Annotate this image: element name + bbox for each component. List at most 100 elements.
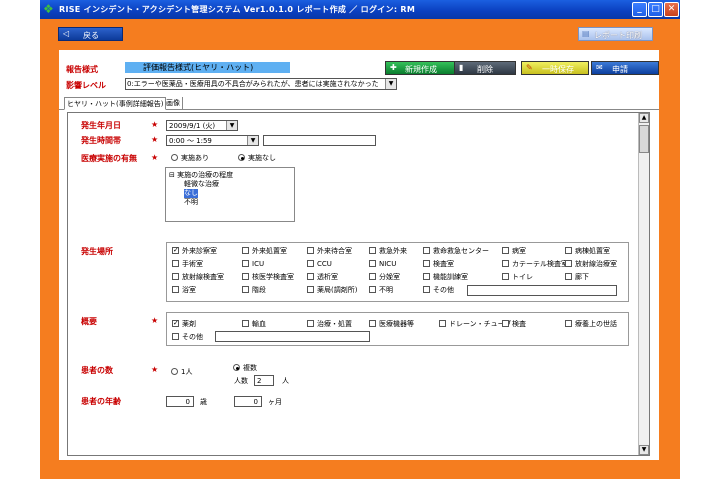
location-checkbox[interactable]: 検査室 bbox=[423, 259, 454, 269]
required-star-icon: ★ bbox=[151, 365, 159, 374]
time-select[interactable]: 0:00 ～ 1:59 ▼ bbox=[166, 135, 259, 146]
vertical-scrollbar[interactable]: ▲ ▼ bbox=[638, 113, 649, 455]
age-months-unit: ヶ月 bbox=[268, 398, 282, 406]
location-checkbox[interactable]: 不明 bbox=[369, 285, 393, 295]
back-button-label: 戻る bbox=[83, 31, 99, 40]
patients-count-label: 人数 bbox=[234, 377, 248, 385]
back-arrow-icon: ◁ bbox=[63, 29, 70, 38]
tree-node[interactable]: 軽微な治療 bbox=[184, 180, 219, 189]
chevron-down-icon[interactable]: ▼ bbox=[247, 136, 258, 145]
location-checkbox[interactable]: 放射線治療室 bbox=[565, 259, 617, 269]
new-button[interactable]: ✚ 新規作成 bbox=[385, 61, 463, 75]
location-checkbox[interactable]: 外来待合室 bbox=[307, 246, 352, 256]
patients-multiple-radio[interactable]: 複数 bbox=[233, 363, 257, 373]
patients-count-input[interactable]: 2 bbox=[254, 375, 274, 386]
close-button[interactable]: ✕ bbox=[664, 2, 679, 17]
apply-button[interactable]: ✉ 申請 bbox=[591, 61, 659, 75]
patients-label: 患者の数 bbox=[81, 366, 113, 375]
summary-checkbox[interactable]: 療養上の世話 bbox=[565, 319, 617, 329]
required-star-icon: ★ bbox=[151, 135, 159, 144]
summary-checkbox[interactable]: 検査 bbox=[502, 319, 526, 329]
treatment-degree-tree[interactable]: ⊟ 実施の治療の程度 軽微な治療 なし 不明 bbox=[165, 167, 295, 222]
report-print-button[interactable]: ▤ レポート印刷 bbox=[578, 27, 653, 41]
age-months-input[interactable]: 0 bbox=[234, 396, 262, 407]
location-checkbox[interactable]: 核医学検査室 bbox=[242, 272, 294, 282]
delete-button[interactable]: ▮ 削除 bbox=[454, 61, 516, 75]
title-bar[interactable]: ❖ RISE インシデント・アクシデント管理システム Ver1.0.1.0 レポ… bbox=[40, 0, 680, 19]
location-checkbox[interactable]: 透析室 bbox=[307, 272, 338, 282]
age-years-input[interactable]: 0 bbox=[166, 396, 194, 407]
location-checkbox[interactable]: トイレ bbox=[502, 272, 533, 282]
location-checkbox[interactable]: 薬局(調剤所) bbox=[307, 285, 357, 295]
tree-node-selected[interactable]: なし bbox=[184, 189, 198, 198]
age-months-value: 0 bbox=[253, 398, 258, 406]
location-checkbox[interactable]: その他 bbox=[423, 285, 454, 295]
summary-checkbox[interactable]: 薬剤 bbox=[172, 318, 196, 329]
checkbox-label: 外来処置室 bbox=[252, 247, 287, 255]
location-checkbox[interactable]: 機能訓練室 bbox=[423, 272, 468, 282]
location-checkbox[interactable]: 救急外来 bbox=[369, 246, 407, 256]
checkbox-label: トイレ bbox=[512, 273, 533, 281]
scroll-down-icon[interactable]: ▼ bbox=[639, 445, 649, 455]
time-detail-input[interactable] bbox=[263, 135, 376, 146]
summary-checkbox[interactable]: ドレーン・チューブ bbox=[439, 319, 511, 329]
severity-select-value: 0:エラーや医薬品・医療用具の不具合がみられたが、患者には実施されなかった bbox=[127, 80, 379, 88]
checkbox-label: 透析室 bbox=[317, 273, 338, 281]
location-checkbox[interactable]: 病室 bbox=[502, 246, 526, 256]
content-panel: 報告様式 評価報告様式(ヒヤリ・ハット) 影響レベル 0:エラーや医薬品・医療用… bbox=[59, 50, 659, 460]
location-checkbox[interactable]: 放射線検査室 bbox=[172, 272, 224, 282]
location-checkbox[interactable]: 階段 bbox=[242, 285, 266, 295]
treatment-yes-radio[interactable]: 実施あり bbox=[171, 153, 209, 163]
tab-incident-detail[interactable]: ヒヤリ・ハット(事例詳細報告) bbox=[64, 97, 167, 110]
scroll-thumb[interactable] bbox=[639, 125, 649, 153]
severity-select[interactable]: 0:エラーや医薬品・医療用具の不具合がみられたが、患者には実施されなかった ▼ bbox=[125, 78, 397, 90]
save-icon: ✎ bbox=[526, 63, 533, 72]
chevron-down-icon[interactable]: ▼ bbox=[385, 79, 396, 89]
location-checkbox[interactable]: 外来処置室 bbox=[242, 246, 287, 256]
location-checkbox[interactable]: 廊下 bbox=[565, 272, 589, 282]
summary-checkbox[interactable]: 医療機器等 bbox=[369, 319, 414, 329]
location-checkbox[interactable]: NICU bbox=[369, 259, 396, 269]
checkbox-label: 浴室 bbox=[182, 286, 196, 294]
location-checkbox[interactable]: 浴室 bbox=[172, 285, 196, 295]
checkbox-label: カテーテル検査室 bbox=[512, 260, 568, 268]
time-value: 0:00 ～ 1:59 bbox=[169, 137, 212, 145]
summary-checkbox[interactable]: 輸血 bbox=[242, 319, 266, 329]
chevron-down-icon[interactable]: ▼ bbox=[226, 121, 237, 130]
location-checkbox[interactable]: 救命救急センター bbox=[423, 246, 489, 256]
summary-checkbox[interactable]: その他 bbox=[172, 332, 203, 342]
patients-unit: 人 bbox=[282, 377, 289, 385]
date-select[interactable]: 2009/9/1 (火) ▼ bbox=[166, 120, 238, 131]
location-other-input[interactable] bbox=[467, 285, 617, 296]
tree-root[interactable]: ⊟ 実施の治療の程度 bbox=[169, 171, 233, 180]
tree-node[interactable]: 不明 bbox=[184, 198, 198, 207]
treatment-no-radio[interactable]: 実施なし bbox=[238, 153, 276, 163]
report-format-label: 報告様式 bbox=[66, 65, 98, 74]
location-checkbox[interactable]: 病棟処置室 bbox=[565, 246, 610, 256]
location-checkbox[interactable]: 分娩室 bbox=[369, 272, 400, 282]
summary-checkbox[interactable]: 治療・処置 bbox=[307, 319, 352, 329]
location-checkbox[interactable]: 外来診察室 bbox=[172, 245, 217, 256]
temp-save-button[interactable]: ✎ 一時保存 bbox=[521, 61, 589, 75]
checkbox-label: 放射線治療室 bbox=[575, 260, 617, 268]
time-label: 発生時間帯 bbox=[81, 136, 121, 145]
date-value: 2009/9/1 (火) bbox=[169, 122, 216, 130]
maximize-button[interactable]: □ bbox=[648, 2, 663, 17]
age-label: 患者の年齢 bbox=[81, 397, 121, 406]
radio-label: 複数 bbox=[243, 364, 257, 372]
checkbox-label: 医療機器等 bbox=[379, 320, 414, 328]
back-button[interactable]: ◁ 戻る bbox=[58, 27, 123, 41]
tab-images[interactable]: 画像 bbox=[164, 97, 183, 110]
scroll-up-icon[interactable]: ▲ bbox=[639, 113, 649, 123]
location-checkbox[interactable]: ICU bbox=[242, 259, 264, 269]
location-label: 発生場所 bbox=[81, 247, 113, 256]
summary-other-input[interactable] bbox=[215, 331, 370, 342]
location-checkbox[interactable]: CCU bbox=[307, 259, 332, 269]
patients-single-radio[interactable]: 1人 bbox=[171, 367, 192, 377]
required-star-icon: ★ bbox=[151, 153, 159, 162]
location-checkbox[interactable]: 手術室 bbox=[172, 259, 203, 269]
new-document-icon: ✚ bbox=[390, 63, 397, 72]
location-checkbox[interactable]: カテーテル検査室 bbox=[502, 259, 568, 269]
minimize-button[interactable]: _ bbox=[632, 2, 647, 17]
checkbox-label: 検査室 bbox=[433, 260, 454, 268]
